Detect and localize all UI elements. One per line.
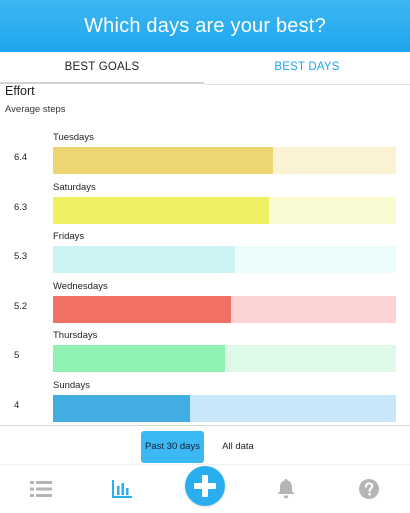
section-subtitle: Average steps xyxy=(5,104,66,115)
day-bar-track xyxy=(53,395,396,422)
tab-divider xyxy=(204,84,410,85)
list-icon xyxy=(30,481,52,497)
day-label: Sundays xyxy=(53,380,90,391)
day-score: 6.3 xyxy=(14,202,28,213)
day-score: 5 xyxy=(14,350,20,361)
day-bar-fill xyxy=(53,395,191,422)
day-bar-fill xyxy=(53,345,225,372)
day-score: 6.4 xyxy=(14,152,28,163)
day-score: 4 xyxy=(14,400,20,411)
day-bar-fill xyxy=(53,197,270,224)
page-title: Which days are your best? xyxy=(84,14,326,37)
tab-best-days[interactable]: BEST DAYS xyxy=(204,52,410,83)
plus-icon xyxy=(194,475,216,497)
day-bar-fill xyxy=(53,296,232,323)
day-score: 5.3 xyxy=(14,251,28,262)
day-row: Fridays 5.3 xyxy=(0,223,410,273)
chart-icon xyxy=(112,480,132,498)
nav-notifications-button[interactable] xyxy=(266,465,306,513)
day-row: Sundays 4 xyxy=(0,372,410,422)
day-label: Wednesdays xyxy=(53,281,108,292)
day-label: Saturdays xyxy=(53,182,96,193)
day-label: Thursdays xyxy=(53,330,98,341)
days-list: Tuesdays 6.4 Saturdays 6.3 Fridays 5.3 W… xyxy=(0,124,410,424)
day-row: Thursdays 5 xyxy=(0,322,410,372)
day-label: Fridays xyxy=(53,231,85,242)
tab-best-goals[interactable]: BEST GOALS xyxy=(0,52,204,83)
divider xyxy=(0,425,410,426)
app-header: Which days are your best? xyxy=(0,0,410,52)
add-button[interactable] xyxy=(185,466,225,506)
nav-help-button[interactable] xyxy=(349,465,389,513)
day-bar-track xyxy=(53,147,396,174)
day-row: Saturdays 6.3 xyxy=(0,174,410,224)
nav-chart-button[interactable] xyxy=(102,465,142,513)
help-icon xyxy=(359,479,379,499)
section-title: Effort xyxy=(5,84,35,98)
past-30-days-button[interactable]: Past 30 days xyxy=(141,431,204,463)
day-bar-track xyxy=(53,296,396,323)
all-data-button[interactable]: All data xyxy=(210,431,266,463)
day-bar-fill xyxy=(53,147,273,174)
day-bar-fill xyxy=(53,246,235,273)
day-row: Wednesdays 5.2 xyxy=(0,273,410,323)
day-bar-track xyxy=(53,345,396,372)
tab-bar: BEST GOALS BEST DAYS xyxy=(0,52,410,85)
nav-list-button[interactable] xyxy=(21,465,61,513)
day-row: Tuesdays 6.4 xyxy=(0,124,410,174)
day-score: 5.2 xyxy=(14,301,28,312)
day-bar-track xyxy=(53,246,396,273)
bell-icon xyxy=(277,479,295,499)
day-label: Tuesdays xyxy=(53,132,94,143)
day-bar-track xyxy=(53,197,396,224)
